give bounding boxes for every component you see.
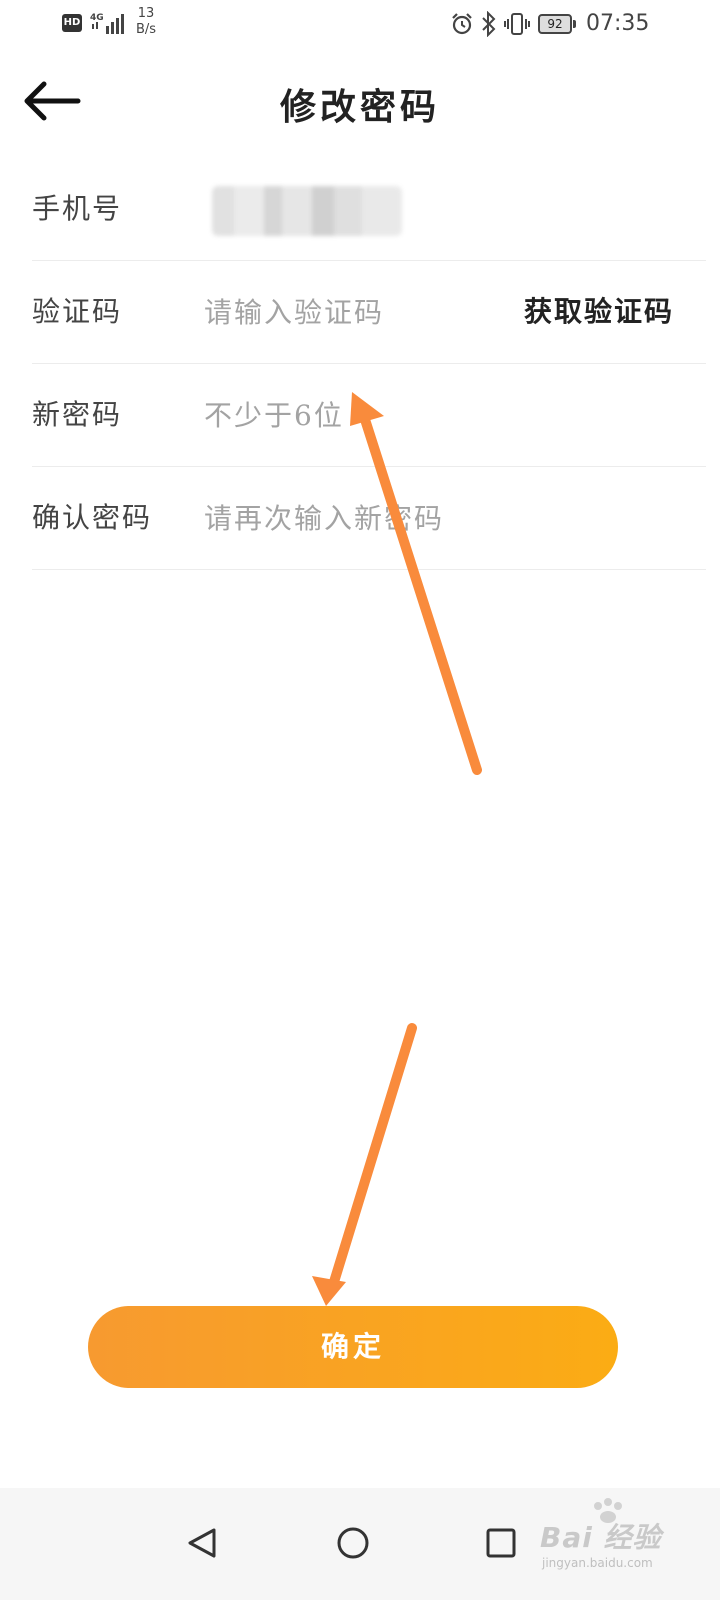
watermark-brand: Bai 经验 [540, 1521, 662, 1554]
status-bar: HD 4G 13 B/s 92 07:35 [0, 0, 720, 48]
clock: 07:35 [586, 11, 650, 36]
phone-label: 手机号 [32, 192, 123, 225]
confirm-button[interactable]: 确定 [88, 1306, 618, 1388]
get-code-button[interactable]: 获取验证码 [524, 261, 674, 363]
new-password-input[interactable] [204, 390, 504, 440]
square-recents-icon [486, 1528, 516, 1558]
code-label: 验证码 [32, 295, 123, 328]
battery-indicator: 92 [538, 14, 576, 34]
bluetooth-icon [482, 11, 496, 37]
nav-back-button[interactable] [168, 1508, 238, 1578]
network-speed: 13 B/s [136, 6, 157, 37]
annotation-arrow-down [312, 1023, 417, 1306]
alarm-icon [452, 13, 472, 35]
page-title: 修改密码 [279, 86, 440, 128]
vibrate-icon [504, 13, 530, 35]
system-nav-bar: Bai 经验 jingyan.baidu.com [0, 1488, 720, 1600]
confirm-password-row: 确认密码 [32, 467, 706, 570]
code-input[interactable] [204, 287, 504, 337]
nav-home-button[interactable] [318, 1508, 388, 1578]
hd-icon: HD [62, 14, 82, 32]
watermark-url: jingyan.baidu.com [542, 1556, 653, 1570]
nav-recents-button[interactable] [466, 1508, 536, 1578]
phone-number-value [212, 186, 402, 236]
signal-icon: 4G [90, 13, 124, 34]
code-row: 验证码 获取验证码 [32, 261, 706, 364]
change-password-form: 手机号 验证码 获取验证码 新密码 确认密码 [32, 158, 706, 570]
baidu-jingyan-watermark: Bai 经验 jingyan.baidu.com [540, 1496, 720, 1592]
network-type-label: 4G [90, 13, 104, 23]
app-header: 修改密码 [0, 58, 720, 148]
circle-home-icon [337, 1527, 369, 1559]
confirm-password-label: 确认密码 [32, 501, 153, 534]
new-password-row: 新密码 [32, 364, 706, 467]
new-password-label: 新密码 [32, 398, 123, 431]
triangle-back-icon [188, 1528, 216, 1558]
phone-row: 手机号 [32, 158, 706, 261]
confirm-password-input[interactable] [204, 493, 504, 543]
